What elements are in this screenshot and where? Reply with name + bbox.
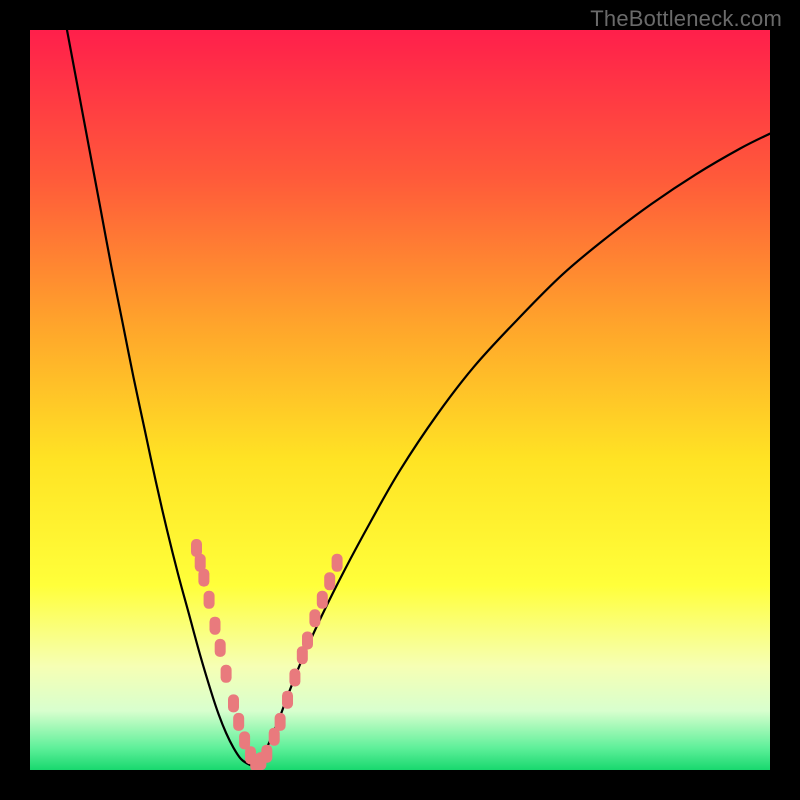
marker-point [221, 665, 232, 683]
marker-point [275, 713, 286, 731]
plot-area [30, 30, 770, 770]
watermark-text: TheBottleneck.com [590, 6, 782, 32]
marker-point [204, 591, 215, 609]
marker-point [317, 591, 328, 609]
marker-point [332, 554, 343, 572]
marker-point [233, 713, 244, 731]
marker-point [302, 632, 313, 650]
chart-svg [30, 30, 770, 770]
gradient-background [30, 30, 770, 770]
marker-point [324, 572, 335, 590]
marker-point [215, 639, 226, 657]
marker-point [309, 609, 320, 627]
marker-point [228, 694, 239, 712]
chart-frame: TheBottleneck.com [0, 0, 800, 800]
marker-point [282, 691, 293, 709]
marker-point [261, 745, 272, 763]
marker-point [198, 569, 209, 587]
marker-point [210, 617, 221, 635]
marker-point [289, 669, 300, 687]
